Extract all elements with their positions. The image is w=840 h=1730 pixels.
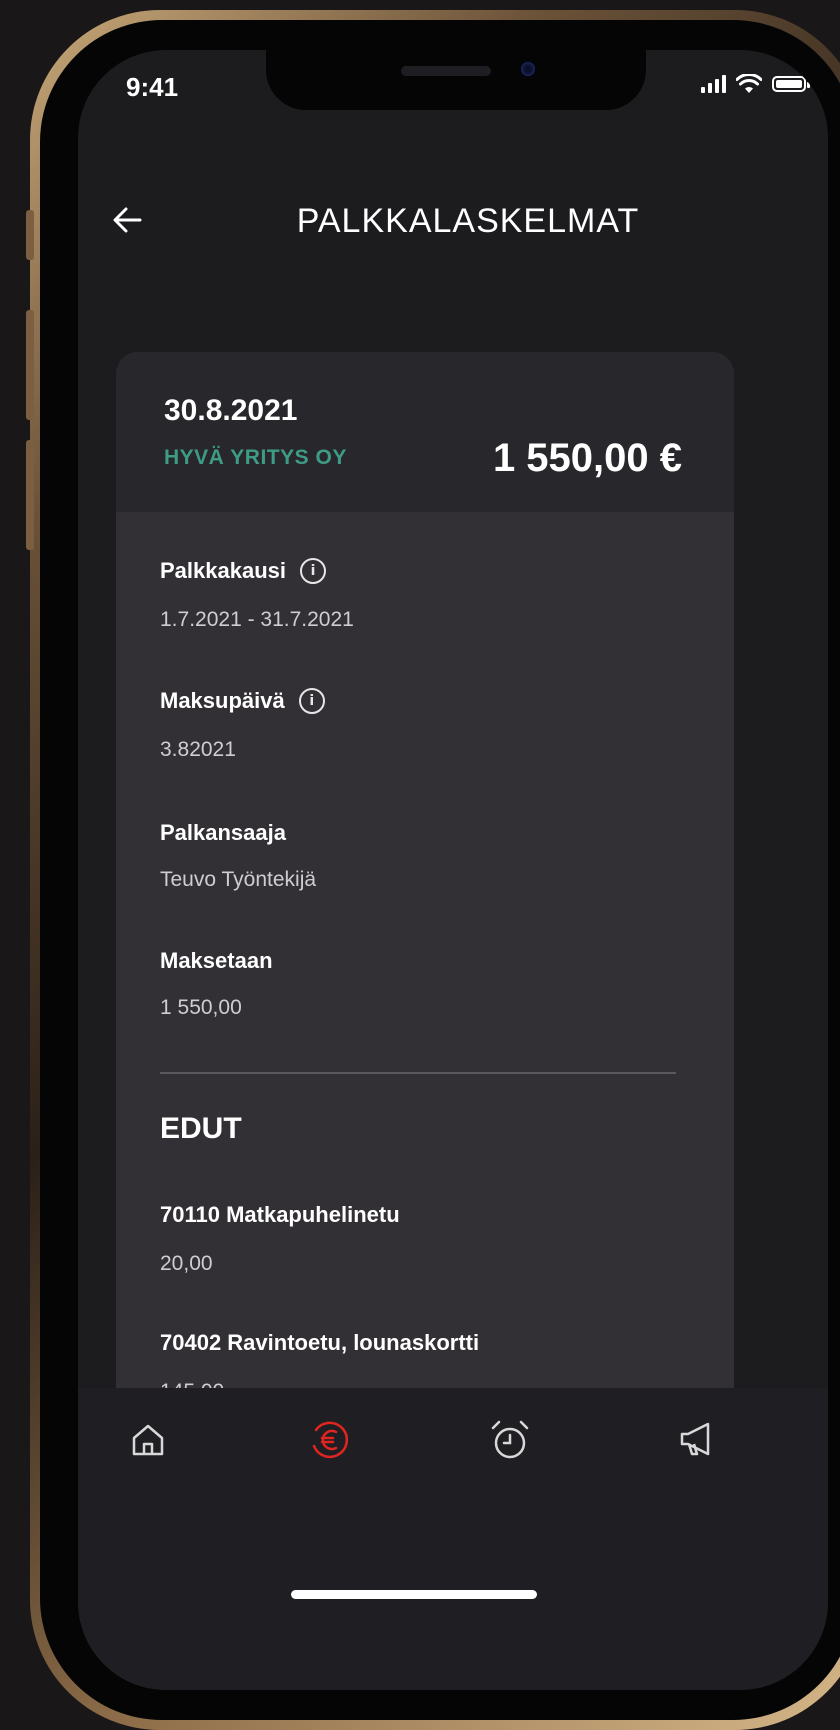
megaphone-icon <box>680 1422 710 1456</box>
front-camera <box>521 62 535 76</box>
info-icon[interactable]: i <box>298 688 325 714</box>
payslip-amount: 1 550,00 € <box>492 436 682 480</box>
status-icons <box>701 74 810 94</box>
notch <box>266 50 646 110</box>
alarm-clock-icon <box>491 1420 529 1459</box>
app-header: PALKKALASKELMAT <box>78 180 828 260</box>
employer-name: HYVÄ YRITYS OY <box>164 446 347 469</box>
wifi-icon <box>736 74 762 93</box>
status-time: 9:41 <box>126 72 179 102</box>
phone-screen: 9:41 PALKKALASKELMAT 30.8.2021 HYVÄ YRIT… <box>78 50 828 1690</box>
speaker-grille <box>401 66 491 76</box>
field-label-maksupaiva: Maksupäivä i <box>160 688 325 714</box>
field-label-palkansaaja: Palkansaaja <box>160 820 286 846</box>
volume-up-button <box>26 310 34 420</box>
field-value-maksetaan: 1 550,00 <box>160 996 242 1019</box>
field-label-text: Palkkakausi <box>160 558 286 583</box>
benefit-label: 70402 Ravintoetu, lounaskortti <box>160 1330 479 1356</box>
home-icon <box>132 1424 164 1456</box>
benefit-label-text: 70110 Matkapuhelinetu <box>160 1202 400 1227</box>
section-title-edut: EDUT <box>160 1112 242 1145</box>
field-label-maksetaan: Maksetaan <box>160 948 273 974</box>
tab-announcements[interactable] <box>668 1410 728 1470</box>
bottom-tab-bar <box>78 1388 828 1690</box>
tab-time-tracking[interactable] <box>480 1410 540 1470</box>
field-label-text: Maksetaan <box>160 948 273 973</box>
field-label-text: Maksupäivä <box>160 688 285 713</box>
euro-icon <box>312 1421 349 1459</box>
home-indicator[interactable] <box>291 1590 537 1599</box>
mute-switch <box>26 210 34 260</box>
field-value-maksupaiva: 3.82021 <box>160 738 236 761</box>
field-label-text: Palkansaaja <box>160 820 286 845</box>
payslip-summary: 30.8.2021 HYVÄ YRITYS OY 1 550,00 € <box>116 352 734 512</box>
info-icon[interactable]: i <box>299 558 326 584</box>
divider <box>160 1072 676 1074</box>
payslip-date: 30.8.2021 <box>164 394 298 427</box>
payslip-card: 30.8.2021 HYVÄ YRITYS OY 1 550,00 € Palk… <box>116 352 734 1492</box>
field-value-palkansaaja: Teuvo Työntekijä <box>160 868 317 891</box>
benefit-label-text: 70402 Ravintoetu, lounaskortti <box>160 1330 480 1355</box>
field-value-palkkakausi: 1.7.2021 - 31.7.2021 <box>160 608 354 631</box>
cellular-signal-icon <box>701 75 726 93</box>
tab-home[interactable] <box>118 1410 178 1470</box>
volume-down-button <box>26 440 34 550</box>
field-label-palkkakausi: Palkkakausi i <box>160 558 326 584</box>
benefit-value: 20,00 <box>160 1252 213 1275</box>
page-title: PALKKALASKELMAT <box>296 202 640 240</box>
battery-icon <box>772 76 810 92</box>
benefit-label: 70110 Matkapuhelinetu <box>160 1202 400 1228</box>
tab-payslips[interactable] <box>300 1410 360 1470</box>
